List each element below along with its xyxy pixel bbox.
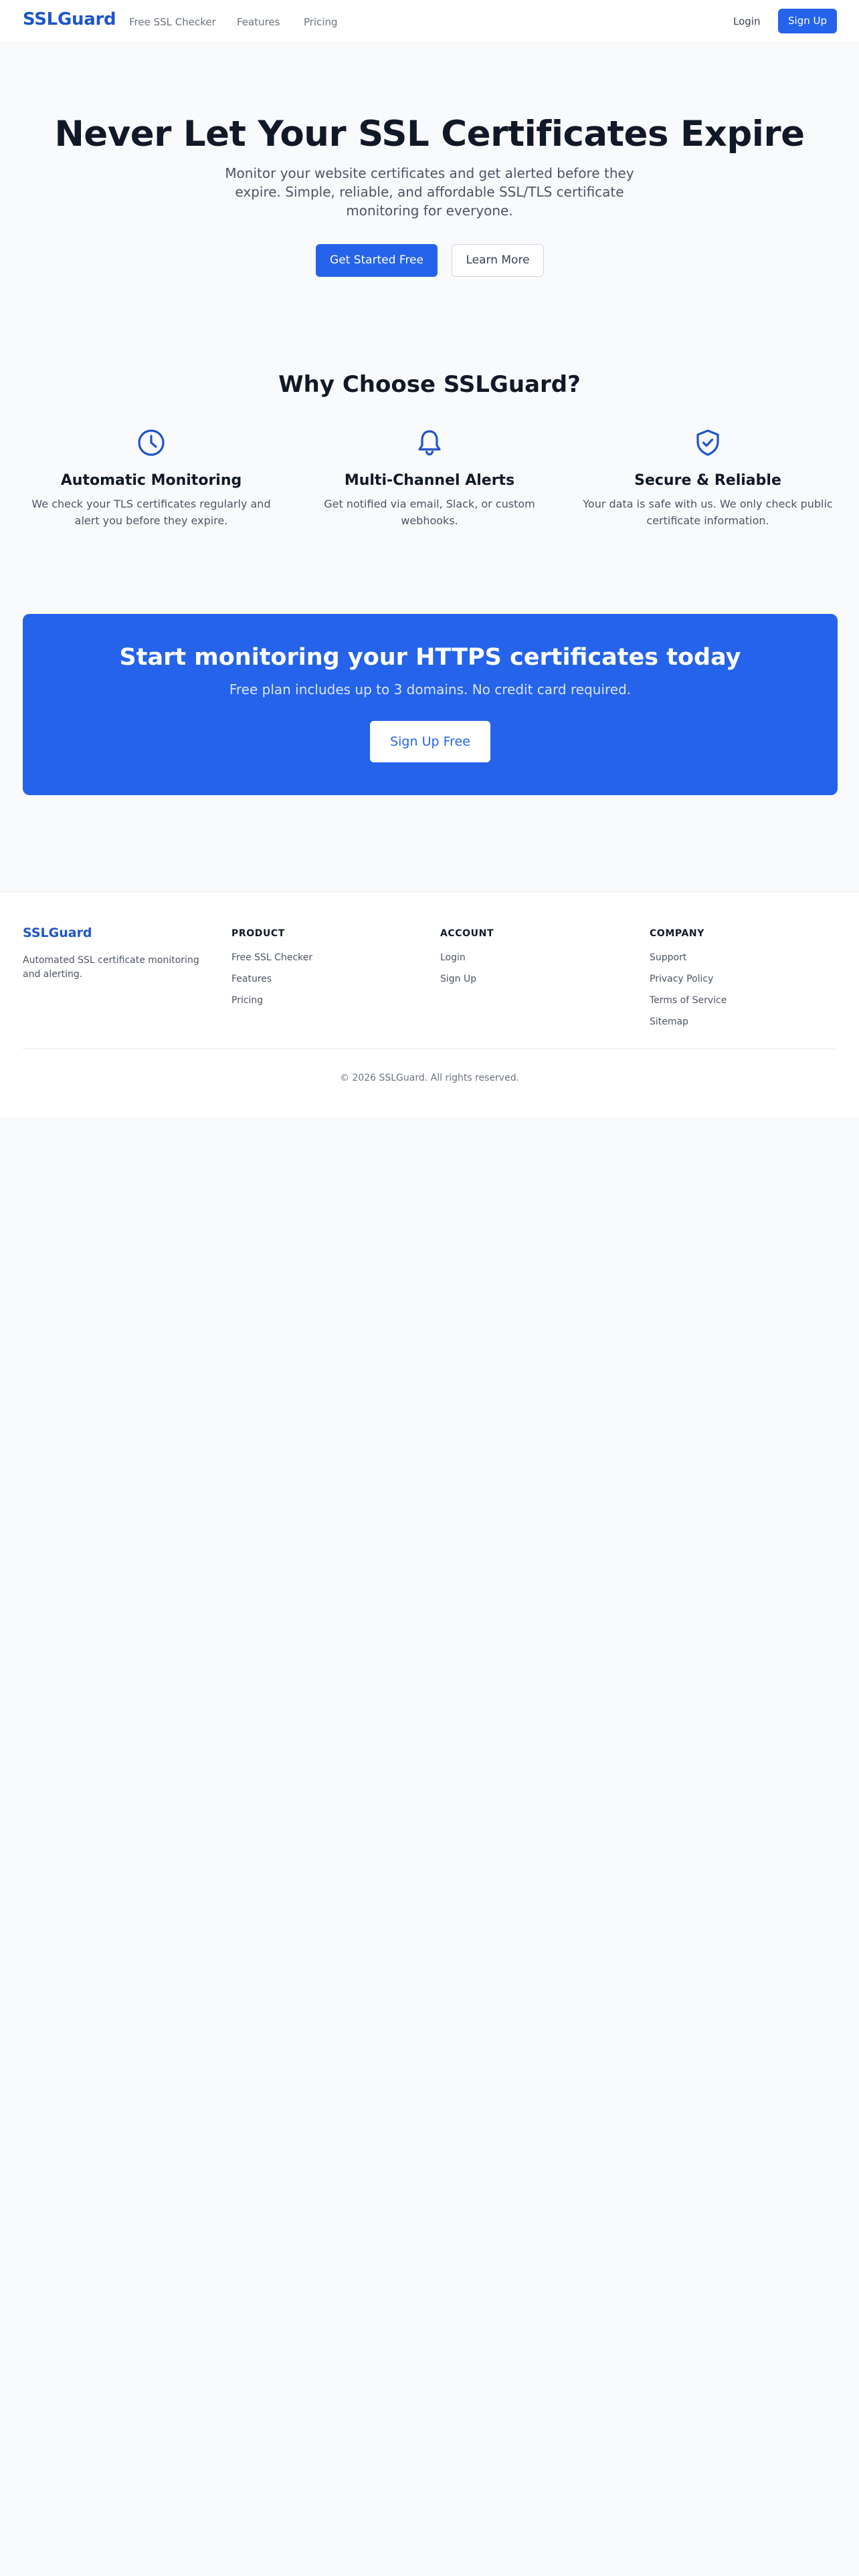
feature-title: Secure & Reliable: [634, 472, 781, 489]
login-link[interactable]: Login: [733, 15, 760, 27]
feature-automatic-monitoring: Automatic Monitoring We check your TLS c…: [21, 428, 282, 529]
feature-description: We check your TLS certificates regularly…: [31, 498, 271, 527]
clock-icon: [138, 429, 165, 456]
bell-icon: [418, 430, 441, 456]
footer-link-sign-up[interactable]: Sign Up: [440, 974, 494, 985]
get-started-button[interactable]: Get Started Free: [316, 244, 438, 277]
footer-column-account: ACCOUNT Login Sign Up: [440, 926, 494, 985]
nav-link-pricing[interactable]: Pricing: [304, 16, 338, 28]
learn-more-button[interactable]: Learn More: [452, 244, 544, 277]
feature-description: Your data is safe with us. We only check…: [583, 498, 833, 527]
cta-subtitle: Free plan includes up to 3 domains. No c…: [229, 681, 632, 697]
footer-link-login[interactable]: Login: [440, 952, 494, 964]
footer-brand[interactable]: SSLGuard: [23, 926, 92, 940]
nav-link-features[interactable]: Features: [237, 16, 280, 28]
signup-free-button[interactable]: Sign Up Free: [370, 721, 490, 762]
footer-column-product: PRODUCT Free SSL Checker Features Pricin…: [231, 926, 312, 1006]
footer-heading: COMPANY: [650, 928, 704, 939]
footer-heading: ACCOUNT: [440, 928, 494, 939]
signup-button[interactable]: Sign Up: [778, 9, 837, 33]
feature-secure-reliable: Secure & Reliable Your data is safe with…: [577, 428, 838, 529]
cta-title: Start monitoring your HTTPS certificates…: [119, 644, 741, 671]
footer-link-pricing[interactable]: Pricing: [231, 995, 312, 1006]
features-title: Why Choose SSLGuard?: [278, 371, 581, 398]
nav-link-free-ssl-checker[interactable]: Free SSL Checker: [129, 16, 216, 28]
footer-heading: PRODUCT: [231, 928, 285, 939]
brand-logo[interactable]: SSLGuard: [23, 9, 116, 29]
footer: SSLGuard Automated SSL certificate monit…: [0, 891, 859, 1117]
footer-copyright: © 2026 SSLGuard. All rights reserved.: [339, 1073, 520, 1083]
top-navbar: SSLGuard Free SSL Checker Features Prici…: [0, 0, 859, 43]
cta-banner: Start monitoring your HTTPS certificates…: [23, 614, 838, 795]
footer-link-sitemap[interactable]: Sitemap: [650, 1016, 727, 1028]
footer-link-features[interactable]: Features: [231, 974, 312, 985]
footer-column-company: COMPANY Support Privacy Policy Terms of …: [650, 926, 727, 1028]
feature-title: Multi-Channel Alerts: [344, 472, 515, 489]
feature-multi-channel-alerts: Multi-Channel Alerts Get notified via em…: [299, 428, 560, 529]
footer-link-privacy-policy[interactable]: Privacy Policy: [650, 974, 727, 985]
shield-check-icon: [696, 429, 719, 456]
footer-tagline: Automated SSL certificate monitoring and…: [23, 955, 199, 980]
hero-subtitle: Monitor your website certificates and ge…: [225, 165, 634, 219]
hero-title: Never Let Your SSL Certificates Expire: [54, 114, 805, 154]
feature-description: Get notified via email, Slack, or custom…: [324, 498, 535, 527]
footer-link-terms-of-service[interactable]: Terms of Service: [650, 995, 727, 1006]
feature-title: Automatic Monitoring: [60, 472, 242, 489]
footer-link-support[interactable]: Support: [650, 952, 727, 964]
footer-link-free-ssl-checker[interactable]: Free SSL Checker: [231, 952, 312, 964]
